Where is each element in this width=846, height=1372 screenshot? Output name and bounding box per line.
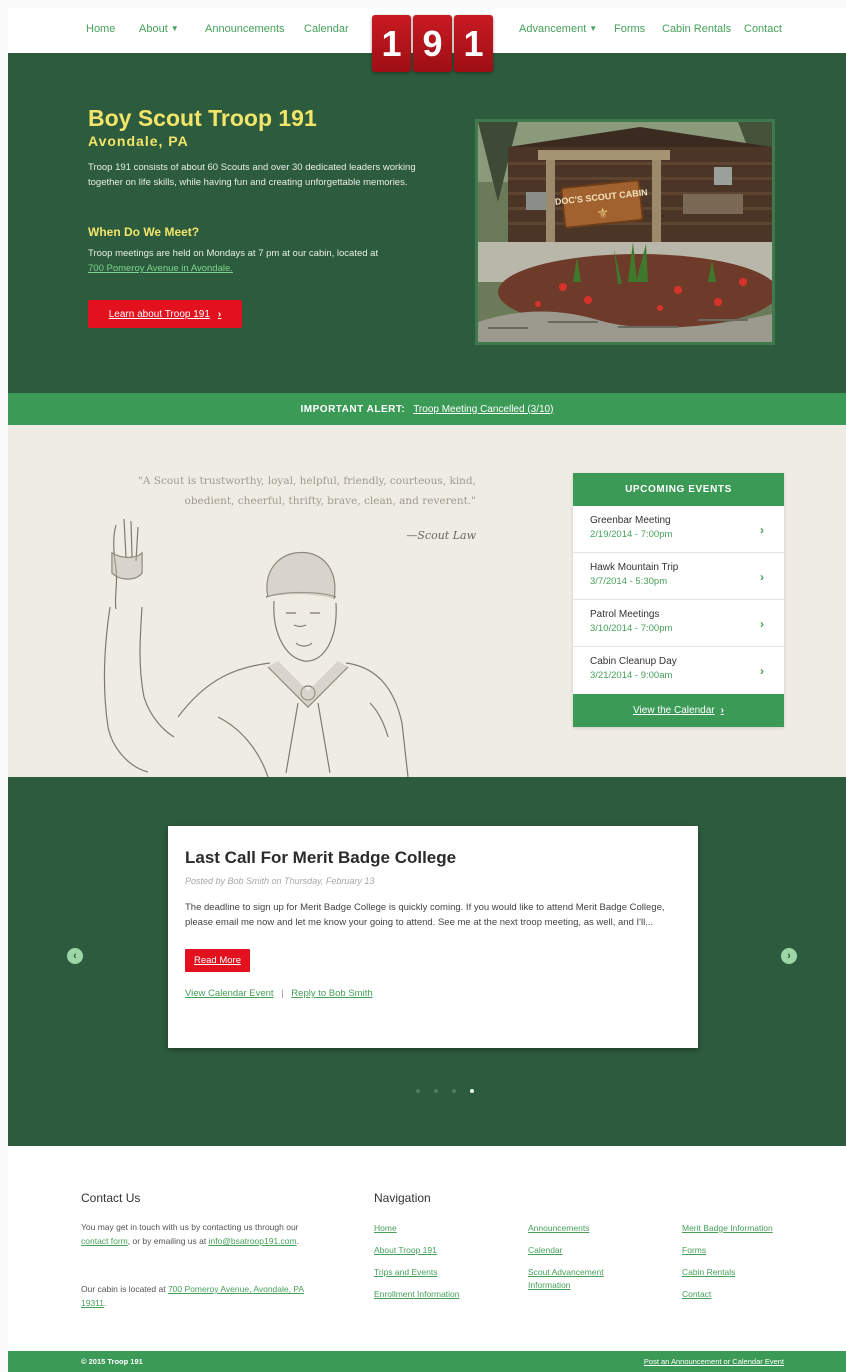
footer-link-contact[interactable]: Contact (682, 1288, 711, 1301)
chevron-down-icon: ▼ (589, 24, 598, 33)
footer-link-merit-badge[interactable]: Merit Badge Information (682, 1222, 773, 1235)
post-excerpt: The deadline to sign up for Merit Badge … (185, 902, 665, 928)
footer-link-calendar[interactable]: Calendar (528, 1244, 563, 1257)
troop-logo[interactable]: 1 9 1 (372, 15, 493, 72)
nav-home[interactable]: Home (86, 23, 115, 35)
chevron-right-icon: › (760, 523, 764, 537)
post-byline: Posted by Bob Smith on Thursday, Februar… (185, 876, 375, 886)
footer-link-announcements[interactable]: Announcements (528, 1222, 589, 1235)
view-calendar-event-link[interactable]: View Calendar Event (185, 988, 274, 999)
cabin-address-link[interactable]: 700 Pomeroy Avenue in Avondale. (88, 263, 233, 274)
carousel-next-icon[interactable]: › (781, 948, 797, 964)
chevron-right-icon: › (760, 570, 764, 584)
footer-link-enrollment[interactable]: Enrollment Information (374, 1288, 460, 1301)
carousel-dot-active[interactable] (470, 1089, 474, 1093)
event-date: 3/10/2014 - 7:00pm (590, 623, 673, 634)
logo-digit: 1 (454, 15, 493, 72)
contact-paragraph: You may get in touch with us by contacti… (81, 1220, 311, 1248)
post-links: View Calendar Event | Reply to Bob Smith (185, 988, 681, 999)
view-calendar-button[interactable]: View the Calendar › (573, 694, 784, 727)
nav-contact[interactable]: Contact (744, 23, 782, 35)
event-name: Greenbar Meeting (590, 515, 671, 526)
hero-title: Boy Scout Troop 191 (88, 105, 317, 131)
event-item[interactable]: Greenbar Meeting 2/19/2014 - 7:00pm › (573, 506, 784, 553)
footer-link-advancement[interactable]: Scout Advancement Information (528, 1266, 638, 1292)
meet-heading: When Do We Meet? (88, 225, 200, 239)
hero-subtitle: Avondale, PA (88, 133, 189, 149)
carousel-prev-icon[interactable]: ‹ (67, 948, 83, 964)
logo-digit: 9 (413, 15, 452, 72)
page: Home About ▼ Announcements Calendar Advan… (8, 8, 846, 1372)
contact-text: You may get in touch with us by contacti… (81, 1222, 299, 1232)
carousel-dot[interactable] (452, 1089, 456, 1093)
contact-email-link[interactable]: info@bsatroop191.com (209, 1236, 297, 1246)
nav-cabin-rentals[interactable]: Cabin Rentals (662, 23, 731, 35)
footer-link-trips[interactable]: Trips and Events (374, 1266, 437, 1279)
hero-intro: Troop 191 consists of about 60 Scouts an… (88, 162, 416, 188)
footer-link-cabin-rentals[interactable]: Cabin Rentals (682, 1266, 735, 1279)
event-date: 2/19/2014 - 7:00pm (590, 529, 673, 540)
event-name: Patrol Meetings (590, 609, 660, 620)
event-item[interactable]: Hawk Mountain Trip 3/7/2014 - 5:30pm › (573, 553, 784, 600)
chevron-down-icon: ▼ (170, 24, 179, 33)
important-alert-bar: IMPORTANT ALERT: Troop Meeting Cancelled… (8, 393, 846, 425)
upcoming-events-panel: UPCOMING EVENTS Greenbar Meeting 2/19/20… (573, 473, 784, 727)
nav-announcements[interactable]: Announcements (205, 23, 285, 35)
carousel-dot[interactable] (434, 1089, 438, 1093)
carousel-indicators (416, 1089, 474, 1093)
read-more-button[interactable]: Read More (185, 949, 250, 972)
nav-advancement[interactable]: Advancement ▼ (519, 23, 597, 35)
announcement-card: Last Call For Merit Badge College Posted… (168, 826, 698, 1048)
cabin-photo-illustration: DOC'S SCOUT CABIN ⚜ (478, 122, 772, 342)
alert-link[interactable]: Troop Meeting Cancelled (3/10) (413, 404, 553, 415)
footer-link-forms[interactable]: Forms (682, 1244, 706, 1257)
cabin-text: Our cabin is located at (81, 1284, 166, 1294)
chevron-right-icon: › (760, 617, 764, 631)
footer-link-home[interactable]: Home (374, 1222, 397, 1235)
upcoming-events-heading: UPCOMING EVENTS (573, 473, 784, 506)
hero-section: Boy Scout Troop 191 Avondale, PA Troop 1… (8, 53, 846, 393)
event-date: 3/21/2014 - 9:00am (590, 670, 673, 681)
logo-digit: 1 (372, 15, 411, 72)
event-date: 3/7/2014 - 5:30pm (590, 576, 668, 587)
cabin-photo: DOC'S SCOUT CABIN ⚜ (475, 119, 775, 345)
carousel-dot[interactable] (416, 1089, 420, 1093)
copyright: © 2015 Troop 191 (81, 1357, 143, 1366)
contact-form-link[interactable]: contact form (81, 1236, 128, 1246)
event-item[interactable]: Cabin Cleanup Day 3/21/2014 - 9:00am › (573, 647, 784, 694)
post-title: Last Call For Merit Badge College (185, 848, 457, 867)
announcement-carousel: ‹ › Last Call For Merit Badge College Po… (8, 777, 846, 1146)
footer-link-about[interactable]: About Troop 191 (374, 1244, 437, 1257)
chevron-right-icon: › (720, 705, 724, 716)
event-name: Hawk Mountain Trip (590, 562, 679, 573)
link-separator: | (281, 988, 284, 999)
scout-law-quote: "A Scout is trustworthy, loyal, helpful,… (138, 475, 476, 507)
chevron-right-icon: › (217, 308, 222, 320)
navigation-heading: Navigation (374, 1191, 431, 1205)
nav-about[interactable]: About ▼ (139, 23, 179, 35)
chevron-right-icon: › (760, 664, 764, 678)
event-name: Cabin Cleanup Day (590, 656, 677, 667)
site-footer: Contact Us You may get in touch with us … (8, 1146, 846, 1351)
saluting-scout-illustration (103, 518, 409, 777)
scout-law-section: "A Scout is trustworthy, loyal, helpful,… (8, 425, 846, 777)
nav-forms[interactable]: Forms (614, 23, 645, 35)
meet-text: Troop meetings are held on Mondays at 7 … (88, 246, 428, 276)
view-calendar-label: View the Calendar (633, 705, 715, 716)
reply-to-author-link[interactable]: Reply to Bob Smith (291, 988, 372, 999)
fleur-de-lis-icon: ⚜ (596, 205, 610, 222)
alert-label: IMPORTANT ALERT: (300, 403, 406, 415)
nav-calendar[interactable]: Calendar (304, 23, 349, 35)
learn-about-label: Learn about Troop 191 (108, 308, 210, 320)
learn-about-button[interactable]: Learn about Troop 191 › (88, 300, 242, 328)
cabin-location-paragraph: Our cabin is located at 700 Pomeroy Aven… (81, 1282, 311, 1310)
bottom-bar: © 2015 Troop 191 Post an Announcement or… (8, 1351, 846, 1372)
post-announcement-link[interactable]: Post an Announcement or Calendar Event (644, 1357, 784, 1366)
meet-text-body: Troop meetings are held on Mondays at 7 … (88, 248, 379, 259)
event-item[interactable]: Patrol Meetings 3/10/2014 - 7:00pm › (573, 600, 784, 647)
contact-text: , or by emailing us at (127, 1236, 207, 1246)
cabin-text: . (104, 1298, 107, 1308)
contact-heading: Contact Us (81, 1191, 141, 1205)
contact-text: . (296, 1236, 299, 1246)
